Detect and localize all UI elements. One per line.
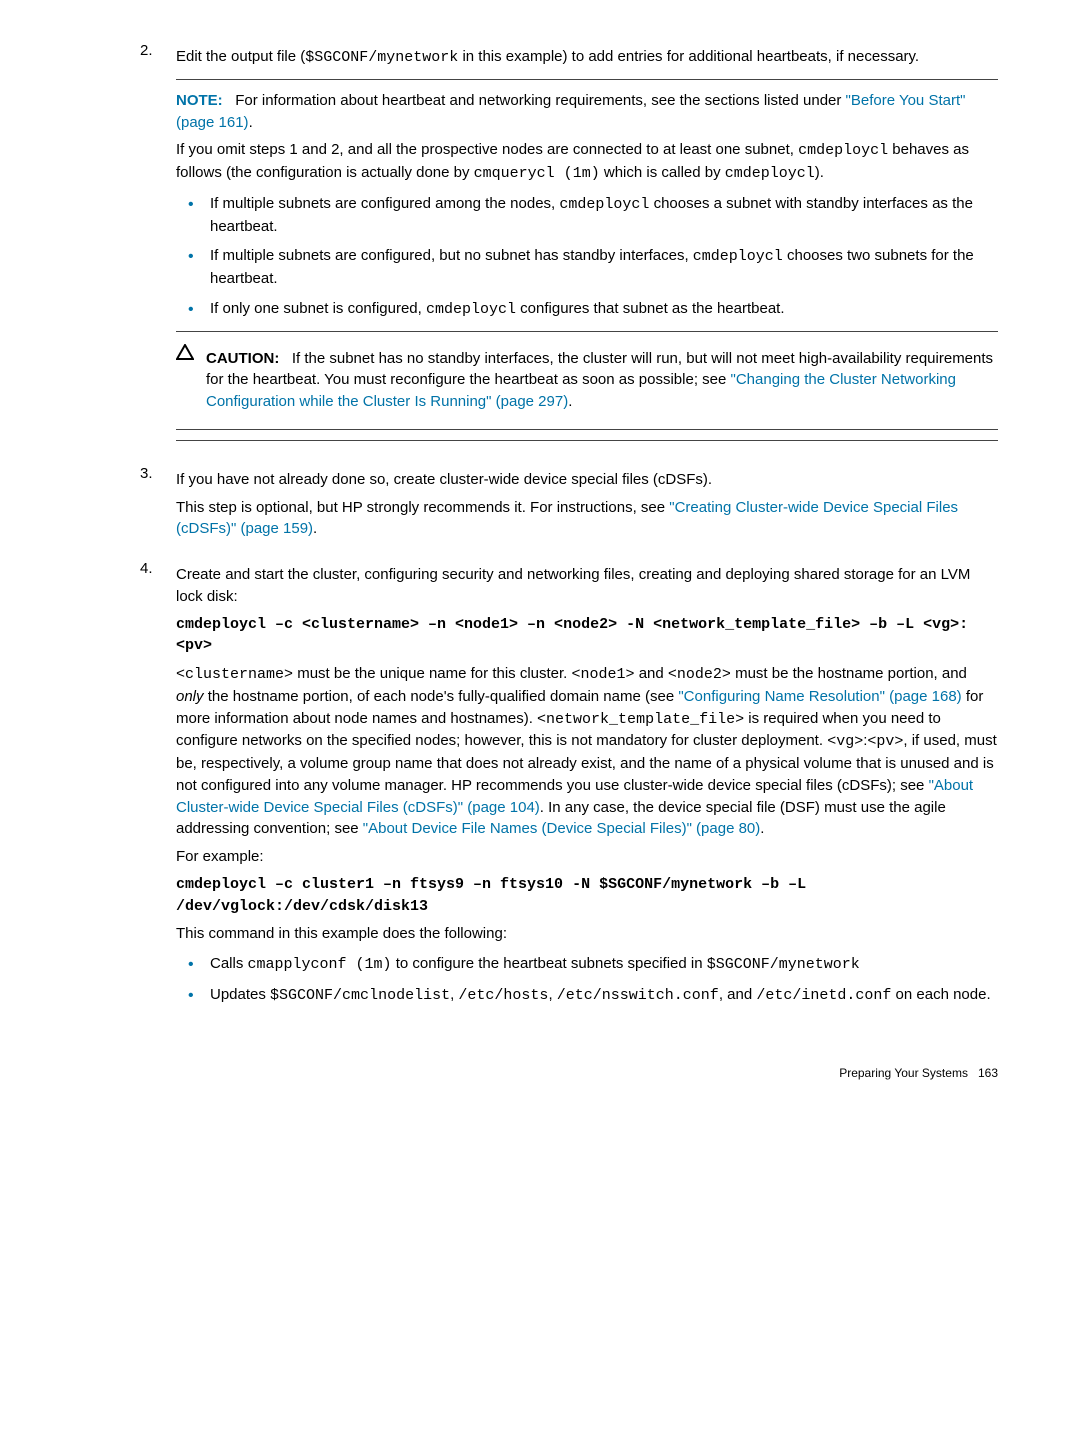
item4-explain: <clustername> must be the unique name fo… [176, 663, 998, 840]
text: If multiple subnets are configured among… [210, 195, 559, 212]
text: For example: [176, 846, 998, 868]
list-number: 4. [82, 558, 176, 1015]
page-footer: Preparing Your Systems 163 [82, 1065, 998, 1082]
inline-code: cmdeploycl [426, 301, 516, 318]
list-item-2: 2. Edit the output file ($SGCONF/mynetwo… [82, 40, 998, 451]
list-number: 2. [82, 40, 176, 451]
command-example: cmdeploycl –c cluster1 –n ftsys9 –n ftsy… [176, 874, 998, 918]
caution-triangle-icon [176, 344, 194, 364]
caution-body: CAUTION: If the subnet has no standby in… [206, 342, 998, 419]
text: Updates [210, 986, 270, 1003]
text: Calls [210, 955, 248, 972]
text-italic: only [176, 688, 204, 705]
text: For information about heartbeat and netw… [235, 92, 845, 109]
item3-line2: This step is optional, but HP strongly r… [176, 497, 998, 541]
inline-code: cmapplyconf (1m) [248, 956, 392, 973]
list-body: Edit the output file ($SGCONF/mynetwork … [176, 40, 998, 451]
inline-code: <node1> [572, 666, 635, 683]
bullet-item: If multiple subnets are configured among… [176, 193, 998, 238]
inline-code: /etc/nsswitch.conf [557, 987, 719, 1004]
divider [176, 79, 998, 80]
note-label: NOTE: [176, 92, 223, 109]
text: . [313, 520, 317, 537]
command-example: cmdeploycl –c <clustername> –n <node1> –… [176, 614, 998, 658]
text: Edit the output file ( [176, 48, 305, 65]
divider [176, 429, 998, 430]
item2-intro: Edit the output file ($SGCONF/mynetwork … [176, 46, 998, 69]
list-item-4: 4. Create and start the cluster, configu… [82, 558, 998, 1015]
list-body: If you have not already done so, create … [176, 463, 998, 546]
inline-code: <clustername> [176, 666, 293, 683]
text: . [760, 820, 764, 837]
omit-paragraph: If you omit steps 1 and 2, and all the p… [176, 139, 998, 185]
list-body: Create and start the cluster, configurin… [176, 558, 998, 1015]
inline-code: cmdeploycl [798, 142, 888, 159]
text: on each node. [891, 986, 990, 1003]
divider [176, 440, 998, 441]
bullet-list: Calls cmapplyconf (1m) to configure the … [176, 953, 998, 1007]
list-item-3: 3. If you have not already done so, crea… [82, 463, 998, 546]
text: This command in this example does the fo… [176, 923, 998, 945]
inline-code: <network_template_file> [537, 711, 744, 728]
note-block: NOTE: For information about heartbeat an… [176, 90, 998, 430]
text: . [568, 393, 572, 410]
xref-link[interactable]: "Configuring Name Resolution" (page 168) [678, 688, 961, 705]
note-text: NOTE: For information about heartbeat an… [176, 90, 998, 134]
bullet-item: If only one subnet is configured, cmdepl… [176, 298, 998, 321]
inline-code: <node2> [668, 666, 731, 683]
inline-code: /etc/inetd.conf [756, 987, 891, 1004]
text: ). [815, 164, 824, 181]
text: If only one subnet is configured, [210, 300, 426, 317]
text: which is called by [600, 164, 725, 181]
inline-code: <vg> [827, 733, 863, 750]
caution-label: CAUTION: [206, 350, 279, 367]
text: must be the hostname portion, and [731, 665, 967, 682]
text: Create and start the cluster, configurin… [176, 564, 998, 608]
bullet-list: If multiple subnets are configured among… [176, 193, 998, 321]
text: This step is optional, but HP strongly r… [176, 499, 669, 516]
text: configures that subnet as the heartbeat. [516, 300, 785, 317]
inline-code: /etc/hosts [458, 987, 548, 1004]
text: in this example) to add entries for addi… [458, 48, 919, 65]
text: If you have not already done so, create … [176, 469, 998, 491]
text: If multiple subnets are configured, but … [210, 247, 693, 264]
footer-page-number: 163 [978, 1066, 998, 1080]
inline-code: cmdeploycl [693, 248, 783, 265]
bullet-item: If multiple subnets are configured, but … [176, 245, 998, 290]
inline-code: $SGCONF/mynetwork [707, 956, 860, 973]
text: the hostname portion, of each node's ful… [204, 688, 679, 705]
list-number: 3. [82, 463, 176, 546]
caution-icon-cell [176, 342, 206, 419]
text: must be the unique name for this cluster… [293, 665, 571, 682]
text: , and [719, 986, 757, 1003]
caution-text: CAUTION: If the subnet has no standby in… [206, 348, 998, 413]
text: to configure the heartbeat subnets speci… [392, 955, 707, 972]
text: . [249, 114, 253, 131]
numbered-list: 2. Edit the output file ($SGCONF/mynetwo… [82, 40, 998, 1015]
inline-code: cmdeploycl [559, 196, 649, 213]
footer-section: Preparing Your Systems [839, 1066, 968, 1080]
caution-block: CAUTION: If the subnet has no standby in… [176, 342, 998, 419]
bullet-item: Calls cmapplyconf (1m) to configure the … [176, 953, 998, 976]
inline-code: cmquerycl (1m) [474, 165, 600, 182]
inline-code: $SGCONF/mynetwork [305, 49, 458, 66]
divider [176, 331, 998, 332]
inline-code: $SGCONF/cmclnodelist [270, 987, 450, 1004]
xref-link[interactable]: "About Device File Names (Device Special… [363, 820, 760, 837]
text: , [548, 986, 556, 1003]
bullet-item: Updates $SGCONF/cmclnodelist, /etc/hosts… [176, 984, 998, 1007]
inline-code: <pv> [867, 733, 903, 750]
text: If you omit steps 1 and 2, and all the p… [176, 141, 798, 158]
text: and [635, 665, 668, 682]
inline-code: cmdeploycl [725, 165, 815, 182]
